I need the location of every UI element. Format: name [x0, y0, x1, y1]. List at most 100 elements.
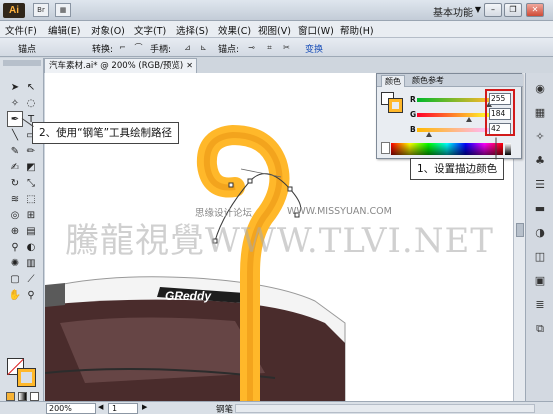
chevron-down-icon[interactable]: ▼ — [475, 5, 481, 14]
symbols-icon[interactable]: ♣ — [532, 153, 548, 169]
warp-tool-icon[interactable]: ≋ — [7, 192, 23, 208]
scale-tool-icon[interactable]: ⤡ — [23, 176, 39, 192]
panel-grip[interactable] — [3, 60, 41, 66]
slider-r[interactable] — [417, 98, 489, 102]
tools-panel: ➤ ↖ ✧ ◌ ✒ T ╲ ▭ ✎ ✏ ✍ ◩ ↻ ⤡ ≋ ⬚ ◎ ⊞ ⊕ ▤ … — [0, 58, 44, 401]
slider-b-thumb[interactable] — [425, 132, 432, 137]
slider-g[interactable] — [417, 113, 489, 117]
right-panel-dock: ◉ ▦ ✧ ♣ ☰ ▬ ◑ ◫ ▣ ≣ ⧉ — [525, 73, 553, 401]
menu-window[interactable]: 窗口(W) — [298, 23, 334, 37]
line-tool-icon[interactable]: ╲ — [7, 128, 23, 144]
cut-path-icon[interactable]: ✂ — [280, 42, 293, 53]
color-mode-icon[interactable] — [6, 392, 15, 401]
shape-builder-tool-icon[interactable]: ◎ — [7, 208, 23, 224]
menu-edit[interactable]: 编辑(E) — [48, 23, 80, 37]
horizontal-scrollbar[interactable] — [235, 404, 535, 413]
tab-color[interactable]: 颜色 — [381, 75, 405, 87]
gradient-mode-icon[interactable] — [18, 392, 27, 401]
app-logo: Ai — [3, 3, 25, 18]
convert-smooth-icon[interactable]: ⌒ — [132, 42, 145, 53]
color-panel-tabs: 颜色 颜色参考 — [377, 74, 523, 87]
appearance-icon[interactable]: ◫ — [532, 249, 548, 265]
blend-tool-icon[interactable]: ◐ — [23, 240, 39, 256]
perspective-grid-tool-icon[interactable]: ⊞ — [23, 208, 39, 224]
workspace-switcher[interactable]: 基本功能 — [433, 4, 473, 19]
none-color-icon[interactable] — [381, 142, 390, 154]
hide-handles-icon[interactable]: ⊾ — [197, 42, 210, 53]
tab-color-guide[interactable]: 颜色参考 — [409, 75, 447, 87]
zoom-tool-icon[interactable]: ⚲ — [23, 288, 39, 304]
column-graph-tool-icon[interactable]: ▥ — [23, 256, 39, 272]
watermark-main: 騰龍視覺WWW.TLVI.NET — [65, 221, 494, 261]
color-panel-icon[interactable]: ◉ — [532, 81, 548, 97]
layers-icon[interactable]: ≣ — [532, 297, 548, 313]
mesh-tool-icon[interactable]: ⊕ — [7, 224, 23, 240]
remove-anchor-icon[interactable]: ⊸ — [245, 42, 258, 53]
hand-tool-icon[interactable]: ✋ — [7, 288, 23, 304]
swatches-icon[interactable]: ▦ — [532, 105, 548, 121]
eyedropper-tool-icon[interactable]: ⚲ — [7, 240, 23, 256]
gradient-icon[interactable]: ▬ — [532, 201, 548, 217]
channel-b-label: B — [410, 125, 416, 134]
prev-page-icon[interactable]: ◀ — [98, 403, 103, 411]
slice-tool-icon[interactable]: ⟋ — [23, 272, 39, 288]
zoom-field[interactable]: 200% — [46, 403, 96, 414]
bridge-icon[interactable]: Br — [33, 3, 49, 17]
close-icon[interactable]: ✕ — [186, 59, 193, 73]
magic-wand-tool-icon[interactable]: ✧ — [7, 96, 23, 112]
menu-select[interactable]: 选择(S) — [176, 23, 208, 37]
close-button[interactable]: ✕ — [526, 3, 544, 17]
brushes-icon[interactable]: ✧ — [532, 129, 548, 145]
menu-file[interactable]: 文件(F) — [5, 23, 37, 37]
pencil-tool-icon[interactable]: ✏ — [23, 144, 39, 160]
rotate-tool-icon[interactable]: ↻ — [7, 176, 23, 192]
black-white-ramp[interactable] — [505, 143, 511, 155]
stroke-swatch[interactable] — [17, 368, 36, 387]
show-handles-icon[interactable]: ⊿ — [181, 42, 194, 53]
artboards-icon[interactable]: ⧉ — [532, 321, 548, 337]
stroke-icon[interactable]: ☰ — [532, 177, 548, 193]
connect-anchor-icon[interactable]: ⌗ — [263, 42, 276, 53]
a-pillar — [45, 283, 65, 307]
convert-corner-icon[interactable]: ⌐ — [116, 42, 129, 53]
minimize-button[interactable]: – — [484, 3, 502, 17]
paintbrush-tool-icon[interactable]: ✎ — [7, 144, 23, 160]
menu-object[interactable]: 对象(O) — [91, 23, 125, 37]
graphic-styles-icon[interactable]: ▣ — [532, 273, 548, 289]
panel-stroke-swatch[interactable] — [388, 98, 403, 113]
menu-type[interactable]: 文字(T) — [134, 23, 166, 37]
brand-logo-text: GReddy — [165, 289, 212, 303]
callout-step1-pointer — [495, 137, 497, 160]
channel-g-label: G — [410, 110, 417, 119]
status-bar: 200% ◀ 1 ▶ 钢笔 — [0, 401, 553, 414]
next-page-icon[interactable]: ▶ — [142, 403, 147, 411]
symbol-sprayer-tool-icon[interactable]: ✺ — [7, 256, 23, 272]
artboard-tool-icon[interactable]: ▢ — [7, 272, 23, 288]
gradient-tool-icon[interactable]: ▤ — [23, 224, 39, 240]
channel-r-label: R — [410, 95, 416, 104]
zoom-value: 200% — [49, 404, 72, 413]
blob-brush-tool-icon[interactable]: ✍ — [7, 160, 23, 176]
pen-tool-icon[interactable]: ✒ — [7, 111, 23, 127]
page-value: 1 — [112, 404, 118, 413]
menu-view[interactable]: 视图(V) — [258, 23, 291, 37]
arrange-documents-icon[interactable]: ▦ — [55, 3, 71, 17]
scrollbar-thumb[interactable] — [516, 223, 524, 237]
direct-selection-tool-icon[interactable]: ↖ — [23, 80, 39, 96]
menu-help[interactable]: 帮助(H) — [340, 23, 374, 37]
none-mode-icon[interactable] — [30, 392, 39, 401]
restore-button[interactable]: ❐ — [504, 3, 522, 17]
menu-effect[interactable]: 效果(C) — [218, 23, 251, 37]
slider-g-thumb[interactable] — [465, 117, 472, 122]
color-spectrum[interactable] — [391, 143, 503, 155]
transform-link[interactable]: 变换 — [305, 42, 323, 55]
page-field[interactable]: 1 — [108, 403, 138, 414]
lasso-tool-icon[interactable]: ◌ — [23, 96, 39, 112]
control-bar: 锚点 转换: ⌐ ⌒ 手柄: ⊿ ⊾ 锚点: ⊸ ⌗ ✂ 变换 — [0, 38, 553, 57]
selection-tool-icon[interactable]: ➤ — [7, 80, 23, 96]
eraser-tool-icon[interactable]: ◩ — [23, 160, 39, 176]
transparency-icon[interactable]: ◑ — [532, 225, 548, 241]
free-transform-tool-icon[interactable]: ⬚ — [23, 192, 39, 208]
current-tool-status: 钢笔 — [216, 405, 234, 414]
document-tab[interactable]: 汽车素材.ai* @ 200% (RGB/预览) ✕ — [44, 58, 197, 73]
